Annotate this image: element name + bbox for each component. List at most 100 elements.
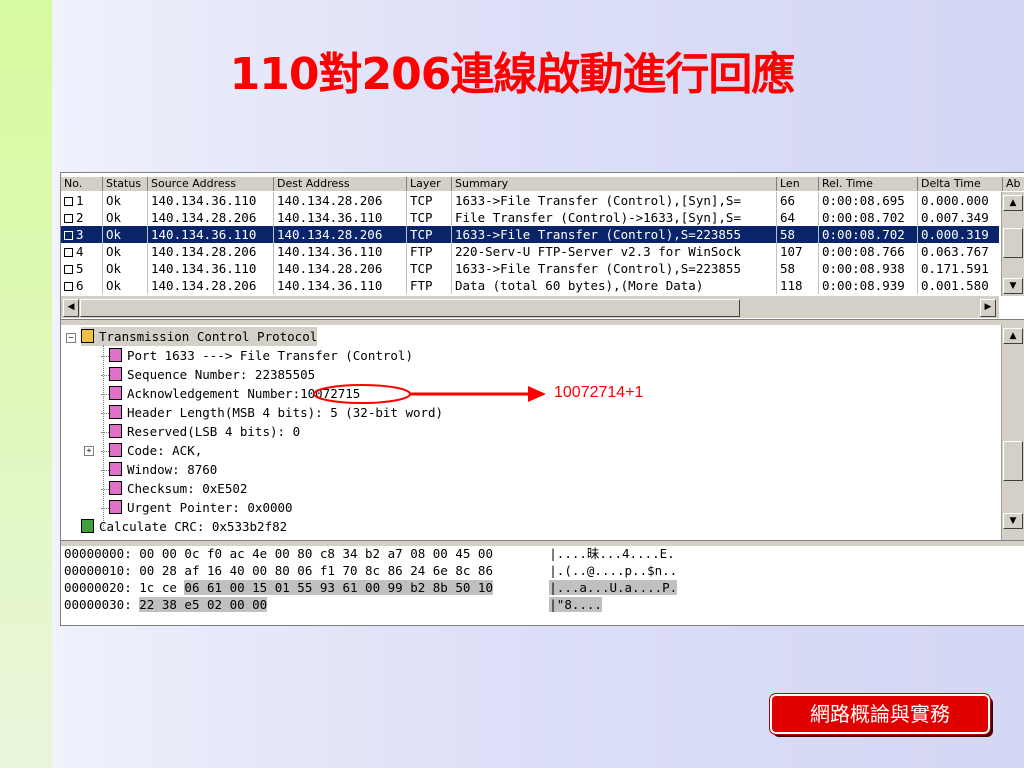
column-header-layer[interactable]: Layer [407,177,452,191]
tree-connector [101,508,109,509]
tree-crc[interactable]: Calculate CRC: 0x533b2f82 [81,517,287,536]
decode-tree-pane: − Transmission Control Protocol Port 163… [61,325,999,540]
column-header-status[interactable]: Status [103,177,148,191]
packet-row[interactable]: 1 Ok 140.134.36.110 140.134.28.206 TCP 1633->… [61,192,1003,209]
row-checkbox[interactable] [64,282,73,291]
hex-ascii: |.(..@....p..$n.. [549,563,678,578]
packet-row[interactable]: 6 Ok 140.134.28.206 140.134.36.110 FTP Data (… [61,277,1003,294]
row-checkbox[interactable] [64,231,73,240]
hex-line: 00000000: 00 00 0c f0 ac 4e 00 80 c8 34 … [64,545,675,562]
packet-cell-rel: 0:00:08.695 [819,192,918,209]
tree-field[interactable]: Window: 8760 [101,460,217,479]
column-header-abs[interactable]: Ab [1003,177,1024,191]
column-header-source[interactable]: Source Address [148,177,274,191]
packet-list-header: No. Status Source Address Dest Address L… [61,177,1024,191]
hex-offset: 00000020: [64,580,132,595]
scroll-right-arrow-icon[interactable]: ▶ [980,299,996,317]
scroll-up-arrow-icon[interactable]: ▲ [1003,328,1023,344]
tree-field[interactable]: Checksum: 0xE502 [101,479,247,498]
packet-row[interactable]: 4 Ok 140.134.28.206 140.134.36.110 FTP 220-Se… [61,243,1003,260]
decode-pane-scrollbar[interactable]: ▲ ▼ [1001,325,1024,540]
scroll-down-arrow-icon[interactable]: ▼ [1003,513,1023,529]
packet-cell-summary: 1633->File Transfer (Control),S=223855 [452,226,777,243]
hex-ascii: |....昧...4....E. [549,546,675,561]
packet-cell-dst: 140.134.28.206 [274,260,407,277]
packet-cell-src: 140.134.28.206 [148,277,274,294]
column-header-no[interactable]: No. [61,177,103,191]
packet-list-hscrollbar[interactable]: ◀ ▶ [61,296,999,318]
tree-field[interactable]: Acknowledgement Number:10072715 [101,384,360,403]
packet-cell-status: Ok [103,277,148,294]
row-number: 1 [76,193,84,208]
packet-cell-no: 4 [61,243,103,260]
tree-field-label: Code: ACK, [127,443,203,458]
tree-field[interactable]: Reserved(LSB 4 bits): 0 [101,422,300,441]
row-checkbox[interactable] [64,265,73,274]
tree-field[interactable]: Code: ACK, + [84,441,203,460]
expand-toggle-icon[interactable]: + [84,446,94,456]
hex-offset: 00000030: [64,597,132,612]
hex-offset: 00000010: [64,563,132,578]
tree-root-tcp[interactable]: Transmission Control Protocol [81,327,318,346]
field-icon [109,405,122,419]
packet-list-scrollbar[interactable]: ▲ ▼ [1001,192,1024,296]
packet-cell-len: 64 [777,209,819,226]
tree-connector [101,451,109,452]
scroll-left-arrow-icon[interactable]: ◀ [63,299,79,317]
tree-field[interactable]: Urgent Pointer: 0x0000 [101,498,293,517]
collapse-toggle-icon[interactable]: − [66,333,76,343]
annotation-label: 10072714+1 [554,384,644,401]
packet-cell-rel: 0:00:08.766 [819,243,918,260]
tree-field[interactable]: Header Length(MSB 4 bits): 5 (32-bit wor… [101,403,443,422]
column-header-delta-time[interactable]: Delta Time [918,177,1003,191]
row-checkbox[interactable] [64,214,73,223]
column-header-rel-time[interactable]: Rel. Time [819,177,918,191]
row-number: 2 [76,210,84,225]
tree-field-label: Port 1633 ---> File Transfer (Control) [127,348,413,363]
scrollbar-thumb[interactable] [1003,441,1023,481]
column-header-len[interactable]: Len [777,177,819,191]
tree-connector [101,356,109,357]
packet-cell-len: 107 [777,243,819,260]
packet-cell-src: 140.134.36.110 [148,260,274,277]
packet-cell-len: 58 [777,260,819,277]
packet-cell-dst: 140.134.28.206 [274,192,407,209]
course-badge: 網路概論與實務 [769,693,991,735]
packet-row[interactable]: 3 Ok 140.134.36.110 140.134.28.206 TCP 1633->… [61,226,1003,243]
ack-number-value: 10072715 [300,386,361,401]
crc-icon [81,519,94,533]
tree-field[interactable]: Sequence Number: 22385505 [101,365,315,384]
packet-row[interactable]: 5 Ok 140.134.36.110 140.134.28.206 TCP 1633->… [61,260,1003,277]
packet-cell-summary: 1633->File Transfer (Control),S=223855 [452,260,777,277]
packet-cell-delta: 0.063.767 [918,243,1003,260]
packet-cell-layer: TCP [407,226,452,243]
column-header-dest[interactable]: Dest Address [274,177,407,191]
tree-field[interactable]: Port 1633 ---> File Transfer (Control) [101,346,413,365]
packet-cell-summary: 220-Serv-U FTP-Server v2.3 for WinSock [452,243,777,260]
row-checkbox[interactable] [64,197,73,206]
column-header-summary[interactable]: Summary [452,177,777,191]
scroll-up-arrow-icon[interactable]: ▲ [1003,195,1023,211]
packet-cell-no: 6 [61,277,103,294]
tree-field-label: Reserved(LSB 4 bits): 0 [127,424,301,439]
packet-cell-rel: 0:00:08.938 [819,260,918,277]
hex-ascii: |...a...U.a....P. [549,580,678,595]
hex-bytes-highlighted: 06 61 00 15 01 55 93 61 00 99 b2 8b 50 1… [184,580,493,595]
packet-cell-no: 2 [61,209,103,226]
tree-field-label: Urgent Pointer: 0x0000 [127,500,293,515]
scrollbar-thumb[interactable] [1003,228,1023,258]
tree-root-label: Transmission Control Protocol [99,329,318,344]
hscrollbar-thumb[interactable] [80,299,740,317]
packet-cell-status: Ok [103,260,148,277]
packet-cell-src: 140.134.28.206 [148,209,274,226]
scroll-down-arrow-icon[interactable]: ▼ [1003,278,1023,294]
protocol-icon [81,329,94,343]
packet-cell-status: Ok [103,192,148,209]
packet-cell-delta: 0.001.580 [918,277,1003,294]
field-icon [109,462,122,476]
tree-connector [101,375,109,376]
packet-row[interactable]: 2 Ok 140.134.28.206 140.134.36.110 TCP File T… [61,209,1003,226]
packet-cell-status: Ok [103,209,148,226]
row-checkbox[interactable] [64,248,73,257]
packet-cell-dst: 140.134.28.206 [274,226,407,243]
